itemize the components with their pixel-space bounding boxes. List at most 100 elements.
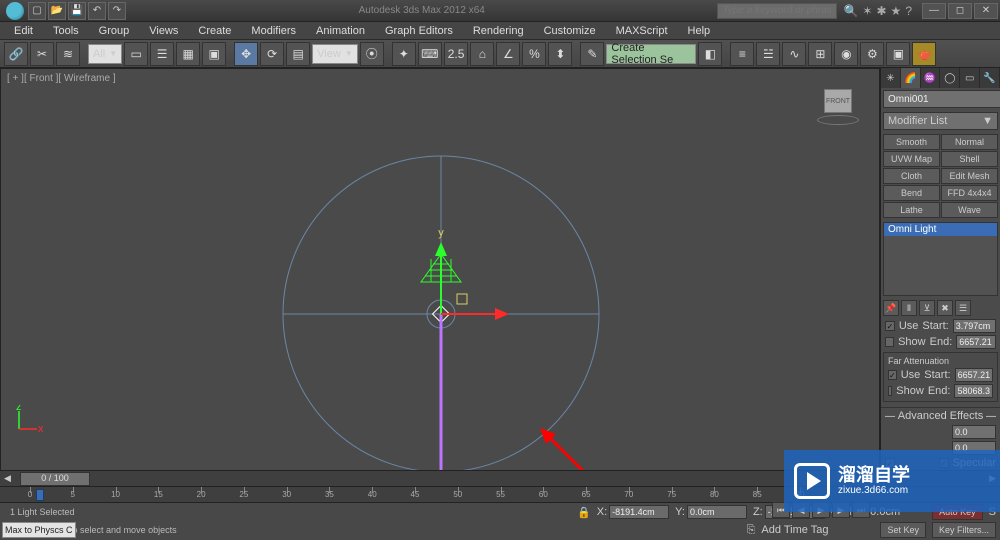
tab-motion-icon[interactable]: ◯ — [940, 68, 960, 88]
curve-editor-icon[interactable]: ∿ — [782, 42, 806, 66]
far-use-checkbox[interactable] — [888, 370, 897, 380]
mod-editmesh[interactable]: Edit Mesh — [941, 168, 998, 184]
menu-group[interactable]: Group — [89, 23, 140, 39]
move-icon[interactable]: ✥ — [234, 42, 258, 66]
menu-edit[interactable]: Edit — [4, 23, 43, 39]
app-icon[interactable] — [6, 2, 24, 20]
menu-customize[interactable]: Customize — [534, 23, 606, 39]
align-icon[interactable]: ≡ — [730, 42, 754, 66]
menu-help[interactable]: Help — [678, 23, 721, 39]
tab-modify-icon[interactable]: 🌈 — [901, 68, 921, 88]
bind-spacewarp-icon[interactable]: ≋ — [56, 42, 80, 66]
pivot-icon[interactable]: ⦿ — [360, 42, 384, 66]
ref-coord-dropdown[interactable]: View▼ — [312, 44, 358, 64]
tab-hierarchy-icon[interactable]: ♒ — [921, 68, 941, 88]
maxscript-listener-button[interactable]: Max to Physcs C — [2, 522, 76, 538]
render-setup-icon[interactable]: ⚙ — [860, 42, 884, 66]
tab-create-icon[interactable]: ✳ — [881, 68, 901, 88]
maximize-button[interactable]: ◻ — [948, 3, 972, 19]
viewcube-ring[interactable] — [817, 115, 859, 125]
angle-snap-icon[interactable]: ∠ — [496, 42, 520, 66]
far-show-checkbox[interactable] — [888, 386, 892, 396]
rotate-icon[interactable]: ⟳ — [260, 42, 284, 66]
close-button[interactable]: ✕ — [974, 3, 998, 19]
lock-icon[interactable]: 🔒 — [577, 506, 591, 519]
tab-utilities-icon[interactable]: 🔧 — [980, 68, 1000, 88]
tab-display-icon[interactable]: ▭ — [960, 68, 980, 88]
near-end-spinner[interactable]: 6657.21 — [956, 335, 996, 349]
help-search-input[interactable] — [717, 3, 837, 19]
help-icon[interactable]: ? — [905, 4, 912, 18]
scale-icon[interactable]: ▤ — [286, 42, 310, 66]
selection-filter-dropdown[interactable]: All▼ — [88, 44, 122, 64]
minimize-button[interactable]: — — [922, 3, 946, 19]
mod-uvwmap[interactable]: UVW Map — [883, 151, 940, 167]
contrast-spinner[interactable]: 0.0 — [952, 425, 996, 439]
mod-wave[interactable]: Wave — [941, 202, 998, 218]
percent-snap-icon[interactable]: % — [522, 42, 546, 66]
menu-tools[interactable]: Tools — [43, 23, 89, 39]
near-start-spinner[interactable]: 3.797cm — [953, 319, 996, 333]
add-time-tag[interactable]: Add Time Tag — [761, 524, 828, 536]
mod-shell[interactable]: Shell — [941, 151, 998, 167]
coord-y-input[interactable] — [687, 505, 747, 519]
configure-icon[interactable]: ☰ — [955, 300, 971, 316]
select-icon[interactable]: ▭ — [124, 42, 148, 66]
far-end-spinner[interactable]: 58068.3 — [954, 384, 993, 398]
coord-x-input[interactable] — [609, 505, 669, 519]
favorite-icon[interactable]: ★ — [891, 4, 902, 18]
mod-ffd[interactable]: FFD 4x4x4 — [941, 185, 998, 201]
time-marker[interactable] — [36, 489, 44, 501]
named-selection-dropdown[interactable]: Create Selection Se — [606, 44, 696, 64]
modifier-stack[interactable]: Omni Light — [883, 222, 998, 296]
far-start-spinner[interactable]: 6657.21 — [955, 368, 994, 382]
layers-icon[interactable]: ☱ — [756, 42, 780, 66]
search-icon[interactable]: 🔍 — [843, 4, 858, 18]
viewcube[interactable]: FRONT — [813, 89, 863, 129]
mod-smooth[interactable]: Smooth — [883, 134, 940, 150]
mirror-icon[interactable]: ◧ — [698, 42, 722, 66]
link-icon[interactable]: 🔗 — [4, 42, 28, 66]
qat-open-icon[interactable]: 📂 — [48, 2, 66, 20]
mod-normal[interactable]: Normal — [941, 134, 998, 150]
menu-maxscript[interactable]: MAXScript — [606, 23, 678, 39]
viewport-front[interactable]: [ + ][ Front ][ Wireframe ] FRONT — [0, 68, 880, 488]
qat-redo-icon[interactable]: ↷ — [108, 2, 126, 20]
viewport-label[interactable]: [ + ][ Front ][ Wireframe ] — [7, 73, 116, 84]
qat-save-icon[interactable]: 💾 — [68, 2, 86, 20]
menu-animation[interactable]: Animation — [306, 23, 375, 39]
setkey-button[interactable]: Set Key — [880, 522, 926, 538]
object-name-input[interactable] — [883, 90, 1000, 108]
menu-grapheditors[interactable]: Graph Editors — [375, 23, 463, 39]
remove-mod-icon[interactable]: ✖ — [937, 300, 953, 316]
window-cross-icon[interactable]: ▣ — [202, 42, 226, 66]
spinner-snap-icon[interactable]: ⬍ — [548, 42, 572, 66]
schematic-icon[interactable]: ⊞ — [808, 42, 832, 66]
viewcube-face[interactable]: FRONT — [824, 89, 852, 113]
stack-item-omnilight[interactable]: Omni Light — [884, 223, 997, 236]
mod-bend[interactable]: Bend — [883, 185, 940, 201]
material-editor-icon[interactable]: ◉ — [834, 42, 858, 66]
keyfilters-button[interactable]: Key Filters... — [932, 522, 996, 538]
make-unique-icon[interactable]: ⊻ — [919, 300, 935, 316]
select-name-icon[interactable]: ☰ — [150, 42, 174, 66]
menu-create[interactable]: Create — [188, 23, 241, 39]
render-icon[interactable]: 🫖 — [912, 42, 936, 66]
snap-spinner[interactable]: 2.5 — [444, 42, 469, 66]
menu-rendering[interactable]: Rendering — [463, 23, 534, 39]
keyboard-shortcut-icon[interactable]: ⌨ — [418, 42, 442, 66]
near-use-checkbox[interactable] — [885, 321, 895, 331]
mod-lathe[interactable]: Lathe — [883, 202, 940, 218]
near-show-checkbox[interactable] — [885, 337, 894, 347]
modifier-list-dropdown[interactable]: Modifier List▼ — [883, 112, 998, 130]
mod-cloth[interactable]: Cloth — [883, 168, 940, 184]
unlink-icon[interactable]: ✂ — [30, 42, 54, 66]
snap-toggle-icon[interactable]: ⌂ — [470, 42, 494, 66]
manipulate-icon[interactable]: ✦ — [392, 42, 416, 66]
advanced-effects-rollout[interactable]: — Advanced Effects — — [881, 407, 1000, 424]
menu-modifiers[interactable]: Modifiers — [241, 23, 306, 39]
rect-select-icon[interactable]: ▦ — [176, 42, 200, 66]
show-end-icon[interactable]: Ⅱ — [901, 300, 917, 316]
menu-views[interactable]: Views — [139, 23, 188, 39]
sub-icon[interactable]: ✶ — [862, 4, 872, 18]
